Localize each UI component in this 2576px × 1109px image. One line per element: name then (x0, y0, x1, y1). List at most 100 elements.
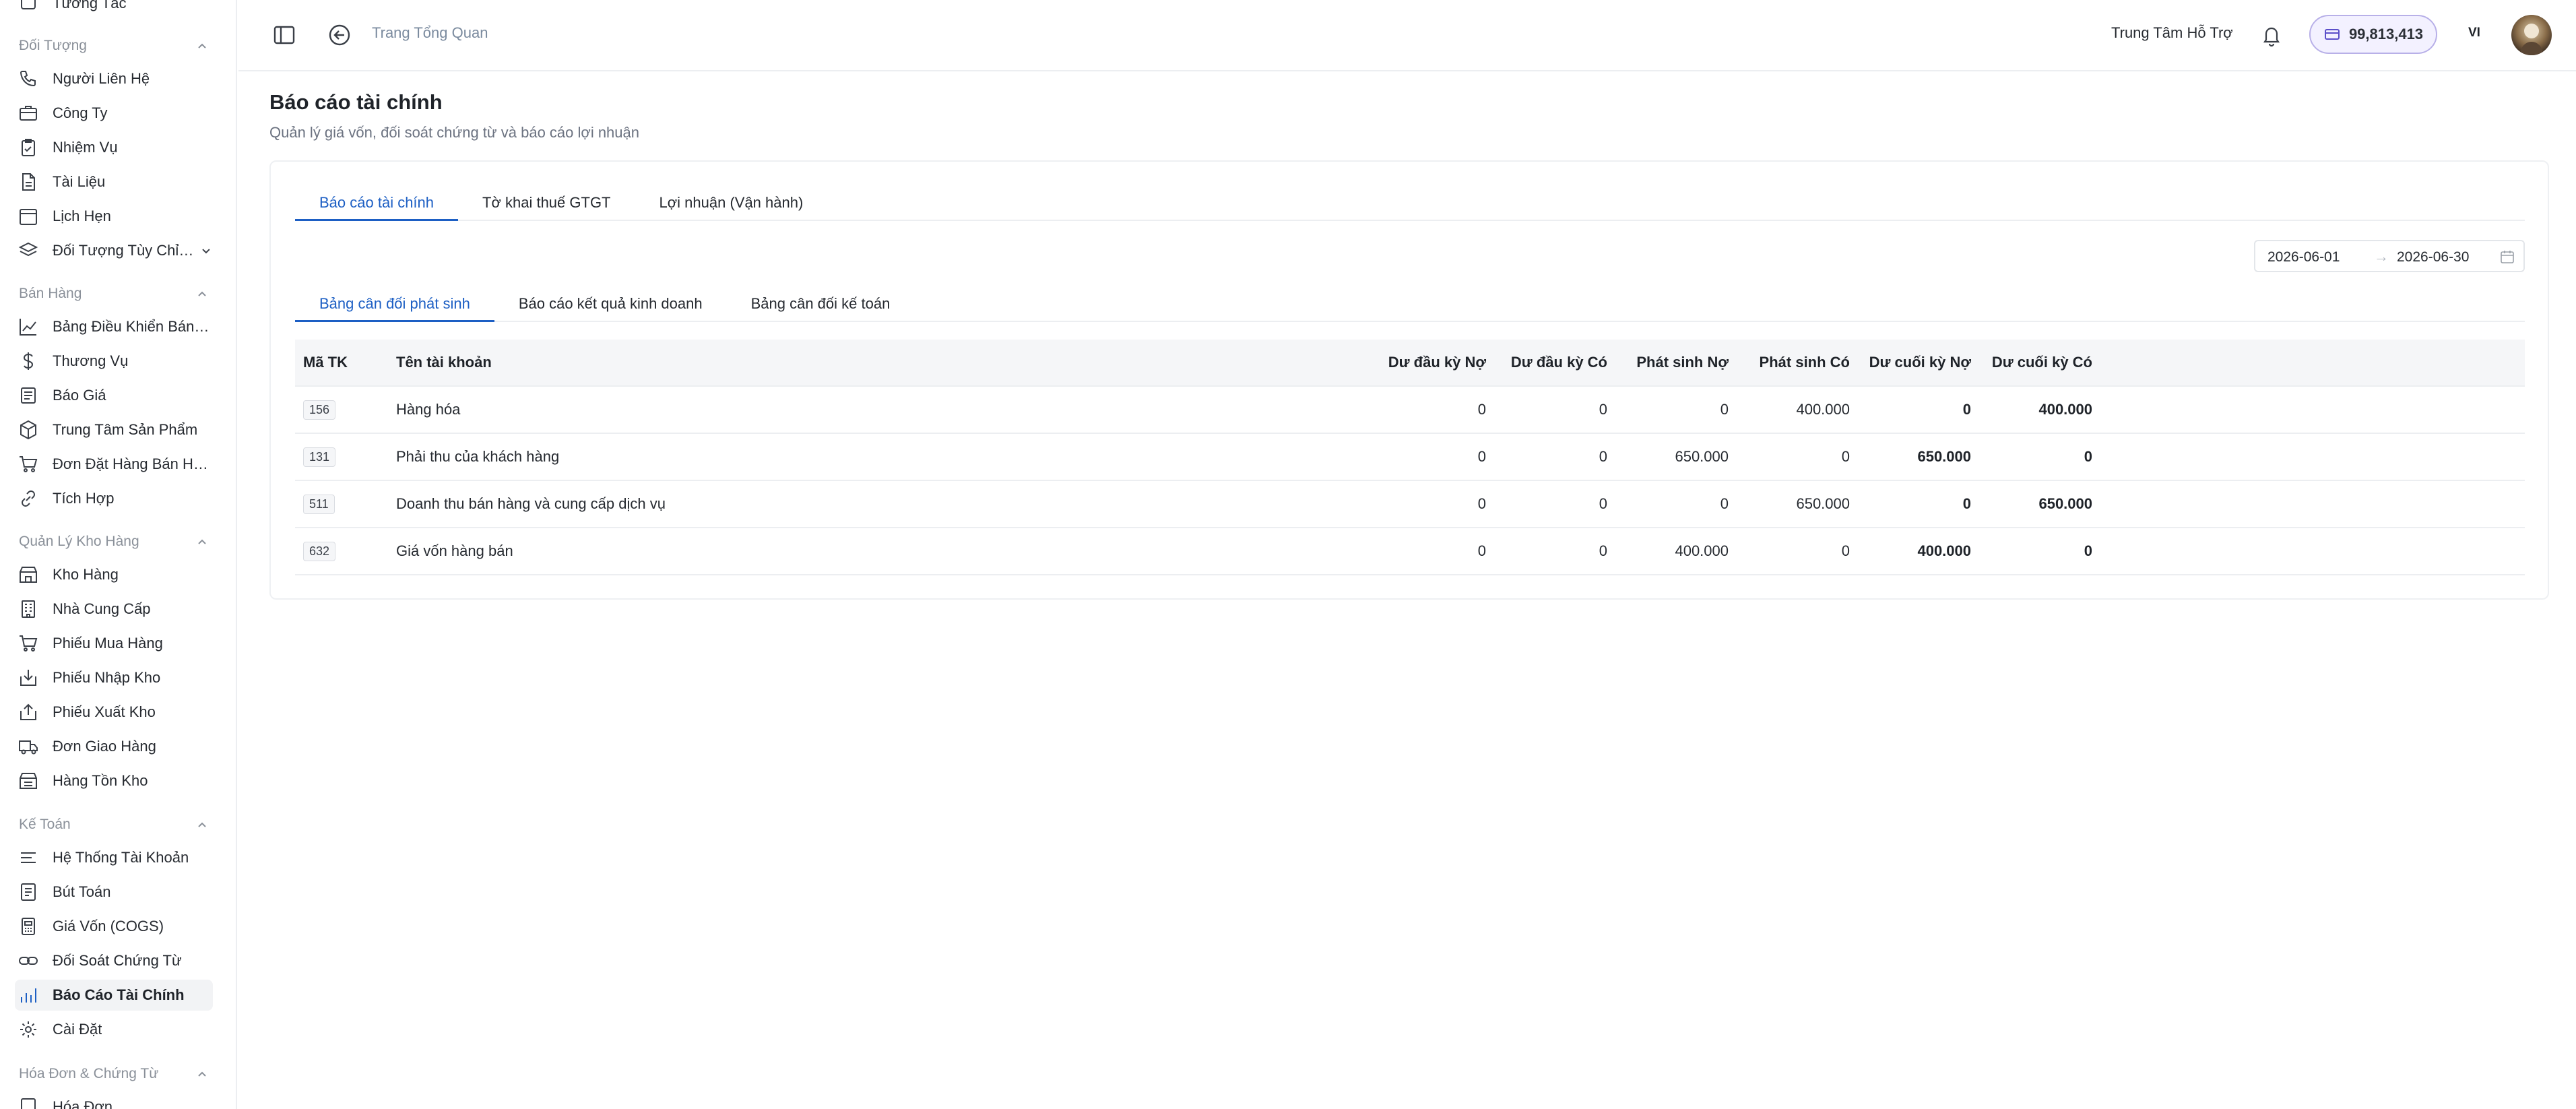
sidebar-item-stock[interactable]: Hàng Tồn Kho (15, 765, 213, 796)
tab-operating-profit[interactable]: Lợi nhuận (Vận hành) (635, 185, 828, 221)
sidebar-item-label: Nhiệm Vụ (53, 139, 118, 156)
subtab-balance-sheet[interactable]: Bảng cân đối kế toán (727, 286, 915, 322)
list-icon (18, 847, 39, 868)
col-period-debit: Phát sinh Nợ (1636, 354, 1729, 371)
chevron-down-icon (202, 249, 210, 254)
sidebar-item-label: Hệ Thống Tài Khoản (53, 849, 189, 866)
sidebar-item-quotes[interactable]: Báo Giá (15, 380, 213, 411)
period-debit: 650.000 (1675, 448, 1729, 465)
chevron-up-icon (198, 43, 206, 49)
subtab-trial-balance[interactable]: Bảng cân đối phát sinh (295, 286, 494, 322)
account-name: Giá vốn hàng bán (396, 542, 513, 559)
sidebar-item-deliveries[interactable]: Đơn Giao Hàng (15, 731, 213, 762)
account-name: Hàng hóa (396, 401, 461, 418)
period-credit: 400.000 (1796, 401, 1850, 418)
opening-debit: 0 (1477, 401, 1486, 418)
report-tabs: Báo cáo tài chính Tờ khai thuế GTGT Lợi … (295, 185, 827, 221)
statement-subtabs: Bảng cân đối phát sinh Báo cáo kết quả k… (295, 286, 914, 322)
table-row[interactable]: 156 Hàng hóa 0 0 0 400.000 0 400.000 (295, 387, 2525, 434)
bar-chart-icon (18, 984, 39, 1006)
opening-credit: 0 (1599, 495, 1607, 512)
opening-credit: 0 (1599, 448, 1607, 465)
closing-credit: 0 (2084, 542, 2092, 559)
sidebar-item-label: Thương Vụ (53, 352, 129, 369)
sidebar-item-interactions[interactable]: Tương Tác (15, 0, 213, 19)
sidebar-item-goods-issue[interactable]: Phiếu Xuất Kho (15, 697, 213, 728)
sidebar-item-label: Phiếu Xuất Kho (53, 703, 156, 720)
breadcrumb[interactable]: Trang Tổng Quan (372, 24, 488, 42)
sidebar-item-product-center[interactable]: Trung Tâm Sản Phẩm (15, 414, 213, 445)
sidebar-item-tasks[interactable]: Nhiệm Vụ (15, 132, 213, 163)
bell-icon[interactable] (2258, 22, 2285, 49)
subtab-income-statement[interactable]: Báo cáo kết quả kinh doanh (494, 286, 727, 322)
sidebar-item-documents[interactable]: Tài Liệu (15, 166, 213, 197)
table-row[interactable]: 632 Giá vốn hàng bán 0 0 400.000 0 400.0… (295, 528, 2525, 575)
sidebar-item-journal-entries[interactable]: Bút Toán (15, 877, 213, 908)
sidebar-item-sales-dashboard[interactable]: Bảng Điều Khiển Bán Hàng (15, 311, 213, 342)
file-icon (18, 171, 39, 193)
account-code: 511 (303, 494, 335, 514)
closing-credit: 650.000 (2038, 495, 2092, 512)
sidebar-group-sales[interactable]: Bán Hàng (19, 280, 209, 307)
help-center-link[interactable]: Trung Tâm Hỗ Trợ (2111, 24, 2233, 42)
sidebar-item-label: Phiếu Nhập Kho (53, 669, 161, 686)
sidebar-item-label: Đối Tượng Tùy Chỉnh (53, 242, 195, 259)
dollar-icon (18, 350, 39, 372)
col-account-name: Tên tài khoản (396, 354, 492, 371)
col-closing-credit: Dư cuối kỳ Có (1991, 354, 2092, 371)
sidebar-item-cogs[interactable]: Giá Vốn (COGS) (15, 911, 213, 942)
closing-debit: 400.000 (1917, 542, 1971, 559)
sidebar-item-label: Tương Tác (53, 0, 127, 11)
sidebar-group-accounting[interactable]: Kế Toán (19, 811, 209, 838)
table-row[interactable]: 511 Doanh thu bán hàng và cung cấp dịch … (295, 481, 2525, 528)
sidebar-item-contacts[interactable]: Người Liên Hệ (15, 63, 213, 94)
sidebar-toggle-icon[interactable] (271, 22, 298, 49)
sidebar-item-appointments[interactable]: Lịch Hẹn (15, 201, 213, 232)
period-debit: 0 (1720, 401, 1729, 418)
opening-credit: 0 (1599, 542, 1607, 559)
avatar[interactable] (2511, 15, 2552, 55)
credit-card-icon (2324, 29, 2340, 40)
top-bar: Trang Tổng Quan Trung Tâm Hỗ Trợ 99,813,… (238, 0, 2576, 71)
date-range-picker[interactable]: 2026-06-01 → 2026-06-30 (2254, 240, 2525, 272)
cart-icon (18, 453, 39, 475)
tab-financial-report[interactable]: Báo cáo tài chính (295, 185, 459, 221)
period-debit: 400.000 (1675, 542, 1729, 559)
col-closing-debit: Dư cuối kỳ Nợ (1869, 354, 1971, 371)
sidebar-item-sales-orders[interactable]: Đơn Đặt Hàng Bán Hàng (15, 449, 213, 480)
sidebar-item-label: Công Ty (53, 104, 108, 121)
sidebar-item-label: Cài Đặt (53, 1021, 102, 1038)
sidebar-item-warehouses[interactable]: Kho Hàng (15, 559, 213, 590)
sidebar-item-deals[interactable]: Thương Vụ (15, 346, 213, 377)
sidebar-item-label: Tích Hợp (53, 490, 115, 507)
sidebar-item-label: Giá Vốn (COGS) (53, 918, 164, 934)
sidebar-group-invoices[interactable]: Hóa Đơn & Chứng Từ (19, 1060, 209, 1087)
sidebar-item-financial-reports[interactable]: Báo Cáo Tài Chính (15, 980, 213, 1011)
sidebar-item-custom-objects[interactable]: Đối Tượng Tùy Chỉnh (15, 235, 213, 266)
sidebar-item-reconciliation[interactable]: Đối Soát Chứng Từ (15, 945, 213, 976)
language-switcher[interactable]: VI (2468, 26, 2480, 40)
phone-icon (18, 68, 39, 90)
sidebar-group-objects[interactable]: Đối Tượng (19, 32, 209, 59)
credit-balance-button[interactable]: 99,813,413 (2309, 15, 2437, 54)
back-arrow-icon[interactable] (326, 22, 353, 49)
opening-debit: 0 (1477, 448, 1486, 465)
sidebar-item-invoices[interactable]: Hóa Đơn (15, 1091, 213, 1109)
sidebar-item-integrations[interactable]: Tích Hợp (15, 483, 213, 514)
sidebar-item-label: Lịch Hẹn (53, 208, 111, 224)
date-from[interactable]: 2026-06-01 (2267, 249, 2340, 265)
sidebar-item-settings[interactable]: Cài Đặt (15, 1014, 213, 1045)
sidebar-item-suppliers[interactable]: Nhà Cung Cấp (15, 594, 213, 625)
sidebar-item-label: Báo Giá (53, 387, 106, 404)
date-to[interactable]: 2026-06-30 (2397, 249, 2469, 265)
sidebar-item-label: Hàng Tồn Kho (53, 772, 148, 789)
table-row[interactable]: 131 Phải thu của khách hàng 0 0 650.000 … (295, 434, 2525, 481)
account-name: Phải thu của khách hàng (396, 448, 560, 465)
tab-vat-return[interactable]: Tờ khai thuế GTGT (458, 185, 635, 221)
sidebar-item-companies[interactable]: Công Ty (15, 98, 213, 129)
sidebar-item-goods-receipt[interactable]: Phiếu Nhập Kho (15, 662, 213, 693)
chevron-up-icon (198, 822, 206, 827)
sidebar-item-purchase-orders[interactable]: Phiếu Mua Hàng (15, 628, 213, 659)
sidebar-group-inventory[interactable]: Quản Lý Kho Hàng (19, 528, 209, 555)
sidebar-item-chart-of-accounts[interactable]: Hệ Thống Tài Khoản (15, 842, 213, 873)
